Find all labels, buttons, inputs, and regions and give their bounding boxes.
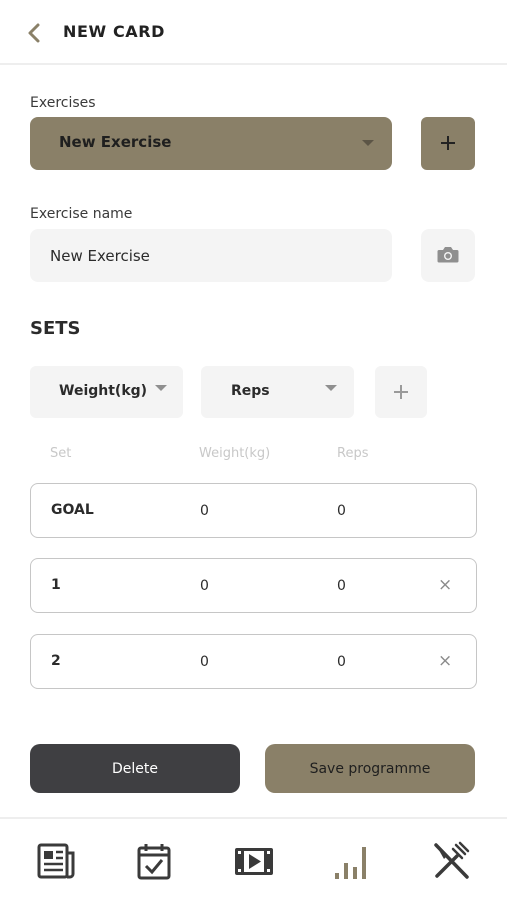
column-header-reps: Reps [337,446,369,461]
set-label: 2 [51,653,61,669]
add-exercise-button[interactable] [421,117,475,170]
reps-column-value: Reps [231,383,270,399]
column-header-weight: Weight(kg) [199,446,271,461]
weight-value[interactable]: 0 [200,654,209,670]
sets-heading: SETS [30,318,81,339]
column-header-set: Set [50,446,72,461]
nav-item-news[interactable] [36,841,76,881]
weight-column-select[interactable]: Weight(kg) [30,366,183,418]
nav-item-nutrition[interactable] [432,841,472,881]
reps-value[interactable]: 0 [337,503,346,519]
reps-value[interactable]: 0 [337,578,346,594]
add-column-button[interactable] [375,366,427,418]
chevron-left-icon[interactable] [24,20,48,46]
set-row: 2 0 0 × [30,634,477,689]
camera-icon [437,247,459,263]
caret-down-icon [155,385,167,391]
nav-item-stats[interactable] [333,841,373,881]
caret-down-icon [362,140,374,146]
app-header: NEW CARD [0,0,507,65]
caret-down-icon [325,385,337,391]
camera-button[interactable] [421,229,475,282]
exercises-label: Exercises [30,95,96,111]
set-label: GOAL [51,502,94,518]
set-row: 1 0 0 × [30,558,477,613]
weight-value[interactable]: 0 [200,578,209,594]
nav-item-calendar[interactable] [135,841,175,881]
video-icon [235,848,273,875]
exercise-select-value: New Exercise [59,133,172,151]
close-icon[interactable]: × [438,575,452,595]
exercise-select[interactable]: New Exercise [30,117,392,170]
news-icon [37,843,75,879]
fork-knife-icon [434,841,470,879]
stats-icon [335,847,366,879]
page-title: NEW CARD [63,22,166,41]
exercise-name-input[interactable] [30,229,392,282]
weight-column-value: Weight(kg) [59,383,148,399]
reps-column-select[interactable]: Reps [201,366,354,418]
bottom-nav [0,817,507,900]
set-label: 1 [51,577,61,593]
delete-button[interactable]: Delete [30,744,240,793]
goal-row: GOAL 0 0 [30,483,477,538]
calendar-check-icon [137,844,171,880]
weight-value[interactable]: 0 [200,503,209,519]
save-programme-button[interactable]: Save programme [265,744,475,793]
nav-item-videos[interactable] [234,841,274,881]
reps-value[interactable]: 0 [337,654,346,670]
close-icon[interactable]: × [438,651,452,671]
exercise-name-label: Exercise name [30,206,133,222]
